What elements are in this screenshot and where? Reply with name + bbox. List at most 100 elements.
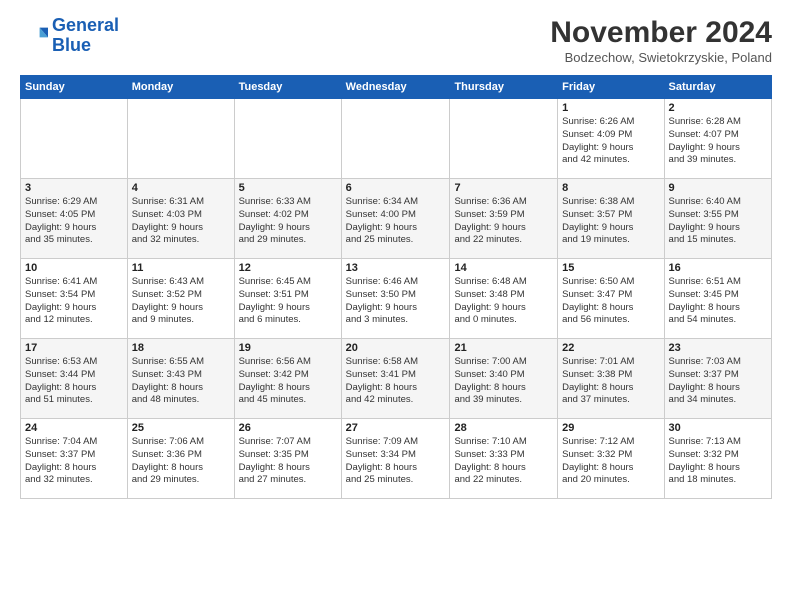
logo-text: General Blue [52,16,119,56]
day-number: 16 [669,262,767,274]
day-info: Sunrise: 6:46 AM Sunset: 3:50 PM Dayligh… [346,276,446,327]
day-info: Sunrise: 7:04 AM Sunset: 3:37 PM Dayligh… [25,436,123,487]
day-number: 1 [562,102,659,114]
day-number: 7 [454,182,553,194]
calendar-cell: 27 Sunrise: 7:09 AM Sunset: 3:34 PM Dayli… [341,419,450,499]
calendar-cell: 18 Sunrise: 6:55 AM Sunset: 3:43 PM Dayli… [127,339,234,419]
calendar-cell: 15 Sunrise: 6:50 AM Sunset: 3:47 PM Dayli… [558,259,664,339]
calendar-cell: 4 Sunrise: 6:31 AM Sunset: 4:03 PM Daylig… [127,179,234,259]
calendar-cell: 20 Sunrise: 6:58 AM Sunset: 3:41 PM Dayli… [341,339,450,419]
day-info: Sunrise: 6:28 AM Sunset: 4:07 PM Dayligh… [669,116,767,167]
day-number: 10 [25,262,123,274]
calendar: SundayMondayTuesdayWednesdayThursdayFrid… [20,75,772,499]
day-info: Sunrise: 7:06 AM Sunset: 3:36 PM Dayligh… [132,436,230,487]
day-number: 28 [454,422,553,434]
calendar-cell: 7Sunrise: 6:36 AM Sunset: 3:59 PM Daylig… [450,179,558,259]
calendar-week-row: 1 Sunrise: 6:26 AM Sunset: 4:09 PM Daylig… [21,99,772,179]
calendar-week-row: 24 Sunrise: 7:04 AM Sunset: 3:37 PM Dayli… [21,419,772,499]
month-title: November 2024 [550,16,772,50]
weekday-header: Tuesday [234,76,341,99]
day-number: 13 [346,262,446,274]
day-info: Sunrise: 7:01 AM Sunset: 3:38 PM Dayligh… [562,356,659,407]
calendar-cell: 16 Sunrise: 6:51 AM Sunset: 3:45 PM Dayli… [664,259,771,339]
day-info: Sunrise: 7:12 AM Sunset: 3:32 PM Dayligh… [562,436,659,487]
calendar-cell [341,99,450,179]
title-area: November 2024 Bodzechow, Swietokrzyskie,… [550,16,772,65]
day-info: Sunrise: 6:45 AM Sunset: 3:51 PM Dayligh… [239,276,337,327]
day-info: Sunrise: 6:55 AM Sunset: 3:43 PM Dayligh… [132,356,230,407]
calendar-cell: 13 Sunrise: 6:46 AM Sunset: 3:50 PM Dayli… [341,259,450,339]
day-number: 12 [239,262,337,274]
day-number: 15 [562,262,659,274]
weekday-header: Thursday [450,76,558,99]
day-info: Sunrise: 7:09 AM Sunset: 3:34 PM Dayligh… [346,436,446,487]
day-number: 24 [25,422,123,434]
day-number: 21 [454,342,553,354]
day-number: 4 [132,182,230,194]
day-info: Sunrise: 7:03 AM Sunset: 3:37 PM Dayligh… [669,356,767,407]
calendar-cell: 5 Sunrise: 6:33 AM Sunset: 4:02 PM Daylig… [234,179,341,259]
day-number: 20 [346,342,446,354]
calendar-week-row: 17Sunrise: 6:53 AM Sunset: 3:44 PM Dayli… [21,339,772,419]
day-info: Sunrise: 7:00 AM Sunset: 3:40 PM Dayligh… [454,356,553,407]
day-number: 30 [669,422,767,434]
day-info: Sunrise: 6:51 AM Sunset: 3:45 PM Dayligh… [669,276,767,327]
weekday-header: Saturday [664,76,771,99]
calendar-cell: 6 Sunrise: 6:34 AM Sunset: 4:00 PM Daylig… [341,179,450,259]
day-info: Sunrise: 6:34 AM Sunset: 4:00 PM Dayligh… [346,196,446,247]
day-info: Sunrise: 6:40 AM Sunset: 3:55 PM Dayligh… [669,196,767,247]
day-info: Sunrise: 6:48 AM Sunset: 3:48 PM Dayligh… [454,276,553,327]
calendar-cell: 3Sunrise: 6:29 AM Sunset: 4:05 PM Daylig… [21,179,128,259]
day-number: 23 [669,342,767,354]
day-number: 5 [239,182,337,194]
calendar-cell: 14 Sunrise: 6:48 AM Sunset: 3:48 PM Dayli… [450,259,558,339]
logo-name2: Blue [52,36,119,56]
day-number: 2 [669,102,767,114]
day-info: Sunrise: 7:13 AM Sunset: 3:32 PM Dayligh… [669,436,767,487]
calendar-cell: 10 Sunrise: 6:41 AM Sunset: 3:54 PM Dayli… [21,259,128,339]
page: General Blue November 2024 Bodzechow, Sw… [0,0,792,509]
day-info: Sunrise: 6:33 AM Sunset: 4:02 PM Dayligh… [239,196,337,247]
calendar-cell: 2 Sunrise: 6:28 AM Sunset: 4:07 PM Daylig… [664,99,771,179]
weekday-header: Wednesday [341,76,450,99]
calendar-cell: 25 Sunrise: 7:06 AM Sunset: 3:36 PM Dayli… [127,419,234,499]
day-number: 18 [132,342,230,354]
day-number: 26 [239,422,337,434]
calendar-cell [21,99,128,179]
calendar-cell: 12 Sunrise: 6:45 AM Sunset: 3:51 PM Dayli… [234,259,341,339]
calendar-cell [127,99,234,179]
location: Bodzechow, Swietokrzyskie, Poland [550,50,772,65]
day-number: 25 [132,422,230,434]
day-info: Sunrise: 7:10 AM Sunset: 3:33 PM Dayligh… [454,436,553,487]
calendar-cell: 24 Sunrise: 7:04 AM Sunset: 3:37 PM Dayli… [21,419,128,499]
day-number: 19 [239,342,337,354]
calendar-cell: 30 Sunrise: 7:13 AM Sunset: 3:32 PM Dayli… [664,419,771,499]
day-number: 8 [562,182,659,194]
weekday-header: Sunday [21,76,128,99]
calendar-week-row: 3Sunrise: 6:29 AM Sunset: 4:05 PM Daylig… [21,179,772,259]
day-number: 29 [562,422,659,434]
day-number: 17 [25,342,123,354]
day-info: Sunrise: 6:56 AM Sunset: 3:42 PM Dayligh… [239,356,337,407]
day-number: 6 [346,182,446,194]
day-info: Sunrise: 6:50 AM Sunset: 3:47 PM Dayligh… [562,276,659,327]
calendar-cell [450,99,558,179]
calendar-cell: 1 Sunrise: 6:26 AM Sunset: 4:09 PM Daylig… [558,99,664,179]
day-info: Sunrise: 6:41 AM Sunset: 3:54 PM Dayligh… [25,276,123,327]
day-info: Sunrise: 6:26 AM Sunset: 4:09 PM Dayligh… [562,116,659,167]
calendar-cell: 9Sunrise: 6:40 AM Sunset: 3:55 PM Daylig… [664,179,771,259]
weekday-header: Friday [558,76,664,99]
day-number: 14 [454,262,553,274]
calendar-cell: 29 Sunrise: 7:12 AM Sunset: 3:32 PM Dayli… [558,419,664,499]
day-info: Sunrise: 6:31 AM Sunset: 4:03 PM Dayligh… [132,196,230,247]
calendar-cell: 8Sunrise: 6:38 AM Sunset: 3:57 PM Daylig… [558,179,664,259]
calendar-cell [234,99,341,179]
day-info: Sunrise: 7:07 AM Sunset: 3:35 PM Dayligh… [239,436,337,487]
logo-icon [20,22,48,50]
calendar-cell: 28 Sunrise: 7:10 AM Sunset: 3:33 PM Dayli… [450,419,558,499]
day-number: 22 [562,342,659,354]
calendar-cell: 22 Sunrise: 7:01 AM Sunset: 3:38 PM Dayli… [558,339,664,419]
day-number: 27 [346,422,446,434]
day-info: Sunrise: 6:58 AM Sunset: 3:41 PM Dayligh… [346,356,446,407]
calendar-cell: 26 Sunrise: 7:07 AM Sunset: 3:35 PM Dayli… [234,419,341,499]
